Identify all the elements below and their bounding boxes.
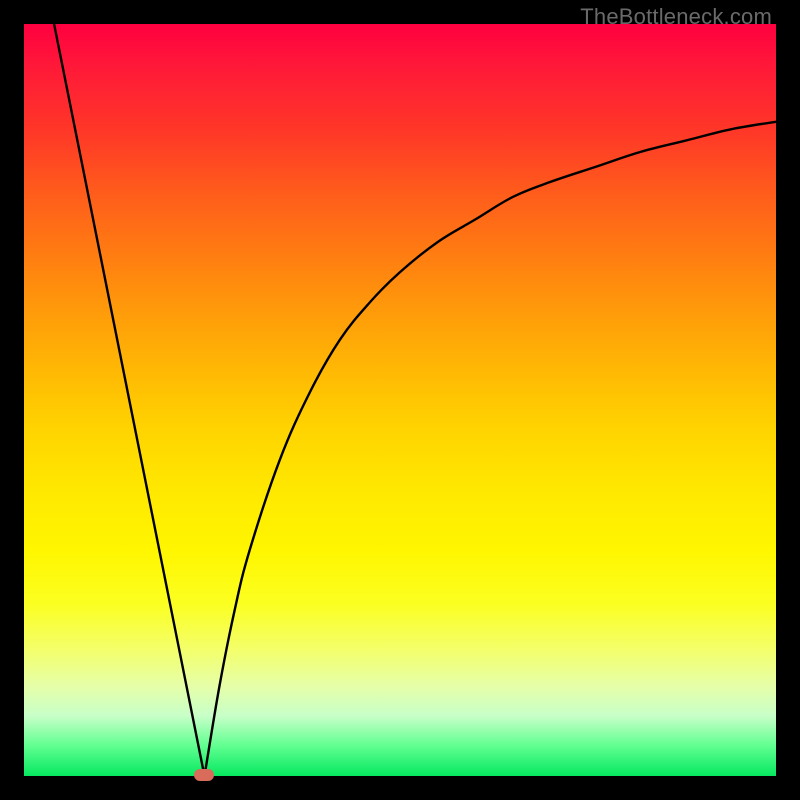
watermark-text: TheBottleneck.com [580,4,772,30]
chart-plot-area [24,24,776,776]
bottleneck-curve [24,24,776,776]
curve-path [54,24,776,776]
minimum-marker [194,769,214,781]
